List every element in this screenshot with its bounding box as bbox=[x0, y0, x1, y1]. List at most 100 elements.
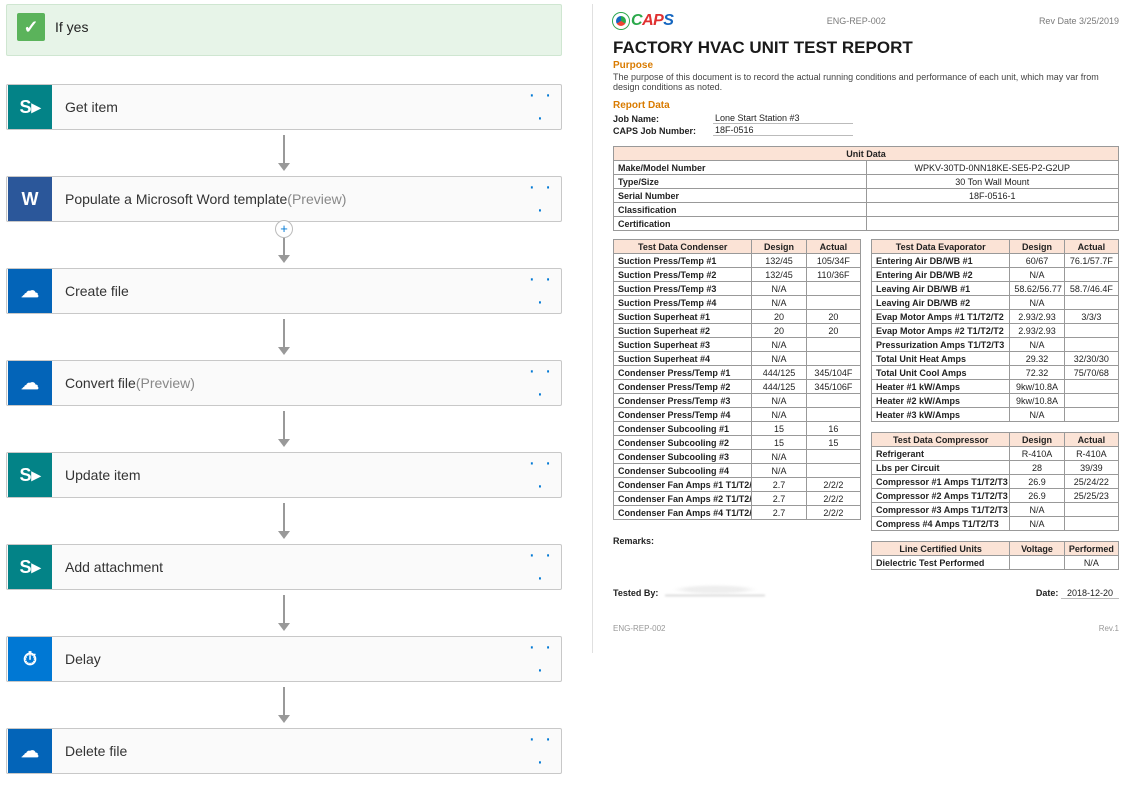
row-value bbox=[1010, 556, 1064, 570]
row-label: Suction Press/Temp #3 bbox=[614, 282, 752, 296]
row-value: 2.7 bbox=[752, 478, 806, 492]
row-label: Heater #1 kW/Amps bbox=[872, 380, 1010, 394]
row-value: 132/45 bbox=[752, 268, 806, 282]
step-app-icon: S▸ bbox=[8, 85, 52, 129]
table-row: Certification bbox=[614, 217, 1119, 231]
add-step-icon[interactable]: + bbox=[275, 220, 293, 238]
flow-arrow[interactable] bbox=[6, 682, 562, 728]
flow-step[interactable]: S▸Add attachment· · · bbox=[6, 544, 562, 590]
flow-arrow[interactable] bbox=[6, 130, 562, 176]
row-value bbox=[806, 408, 860, 422]
row-value: N/A bbox=[752, 296, 806, 310]
row-label: Condenser Fan Amps #1 T1/T2/T3 bbox=[614, 478, 752, 492]
row-value: 345/106F bbox=[806, 380, 860, 394]
table-row: Suction Press/Temp #2132/45110/36F bbox=[614, 268, 861, 282]
table-row: Suction Press/Temp #1132/45105/34F bbox=[614, 254, 861, 268]
row-label: Serial Number bbox=[614, 189, 867, 203]
row-value: 25/25/23 bbox=[1064, 489, 1118, 503]
purpose-text: The purpose of this document is to recor… bbox=[613, 72, 1119, 92]
row-value bbox=[806, 464, 860, 478]
flow-designer: ✓ If yes S▸Get item· · · WPopulate a Micr… bbox=[4, 4, 564, 798]
row-value: N/A bbox=[1010, 296, 1064, 310]
table-row: Total Unit Heat Amps29.3232/30/30 bbox=[872, 352, 1119, 366]
table-row: Compressor #1 Amps T1/T2/T326.925/24/22 bbox=[872, 475, 1119, 489]
flow-arrow[interactable] bbox=[6, 590, 562, 636]
table-row: Serial Number18F-0516-1 bbox=[614, 189, 1119, 203]
flow-step[interactable]: ☁Convert file(Preview)· · · bbox=[6, 360, 562, 406]
col-actual: Actual bbox=[806, 240, 860, 254]
flow-arrow[interactable] bbox=[6, 498, 562, 544]
row-label: Condenser Subcooling #1 bbox=[614, 422, 752, 436]
table-row: Condenser Subcooling #21515 bbox=[614, 436, 861, 450]
table-row: Heater #2 kW/Amps9kw/10.8A bbox=[872, 394, 1119, 408]
flow-step[interactable]: ☁Delete file· · · bbox=[6, 728, 562, 774]
row-value bbox=[1064, 517, 1118, 531]
step-menu-button[interactable]: · · · bbox=[521, 268, 561, 314]
step-menu-button[interactable]: · · · bbox=[521, 176, 561, 222]
row-value: N/A bbox=[752, 394, 806, 408]
row-label: Suction Press/Temp #4 bbox=[614, 296, 752, 310]
row-value bbox=[806, 450, 860, 464]
row-value bbox=[1064, 380, 1118, 394]
row-label: Entering Air DB/WB #2 bbox=[872, 268, 1010, 282]
report-document: CAPS ENG-REP-002 Rev Date 3/25/2019 FACT… bbox=[592, 4, 1139, 653]
row-value bbox=[1064, 503, 1118, 517]
row-label: Entering Air DB/WB #1 bbox=[872, 254, 1010, 268]
flow-arrow[interactable] bbox=[6, 406, 562, 452]
step-menu-button[interactable]: · · · bbox=[521, 84, 561, 130]
table-row: Condenser Press/Temp #3N/A bbox=[614, 394, 861, 408]
doc-header-rev: Rev Date 3/25/2019 bbox=[1039, 16, 1119, 26]
flow-step[interactable]: ⏱Delay· · · bbox=[6, 636, 562, 682]
row-value: N/A bbox=[752, 352, 806, 366]
flow-arrow[interactable] bbox=[6, 314, 562, 360]
row-value: 9kw/10.8A bbox=[1010, 394, 1064, 408]
step-label: Populate a Microsoft Word template(Previ… bbox=[53, 191, 521, 207]
condenser-table: Test Data Condenser Design Actual Suctio… bbox=[613, 239, 861, 520]
step-app-icon: ☁ bbox=[8, 729, 52, 773]
row-value: N/A bbox=[1010, 408, 1064, 422]
step-menu-button[interactable]: · · · bbox=[521, 636, 561, 682]
row-label: Condenser Subcooling #3 bbox=[614, 450, 752, 464]
table-row: Suction Press/Temp #3N/A bbox=[614, 282, 861, 296]
row-label: Condenser Fan Amps #2 T1/T2/T3 bbox=[614, 492, 752, 506]
step-menu-button[interactable]: · · · bbox=[521, 452, 561, 498]
step-menu-button[interactable]: · · · bbox=[521, 728, 561, 774]
row-label: Suction Superheat #4 bbox=[614, 352, 752, 366]
table-row: Evap Motor Amps #2 T1/T2/T22.93/2.93 bbox=[872, 324, 1119, 338]
row-value: 15 bbox=[752, 436, 806, 450]
if-condition-card[interactable]: ✓ If yes bbox=[6, 4, 562, 56]
step-menu-button[interactable]: · · · bbox=[521, 360, 561, 406]
row-value: 39/39 bbox=[1064, 461, 1118, 475]
flow-step[interactable]: ☁Create file· · · bbox=[6, 268, 562, 314]
check-icon: ✓ bbox=[17, 13, 45, 41]
line-certified-table: Line Certified Units Voltage Performed D… bbox=[871, 541, 1119, 570]
table-row: Leaving Air DB/WB #158.62/56.7758.7/46.4… bbox=[872, 282, 1119, 296]
flow-step[interactable]: WPopulate a Microsoft Word template(Prev… bbox=[6, 176, 562, 222]
evaporator-header: Test Data Evaporator bbox=[872, 240, 1010, 254]
table-row: Condenser Fan Amps #1 T1/T2/T32.72/2/2 bbox=[614, 478, 861, 492]
row-value bbox=[866, 203, 1119, 217]
date-label: Date: bbox=[1036, 588, 1059, 598]
row-value: 20 bbox=[806, 324, 860, 338]
table-row: Condenser Subcooling #4N/A bbox=[614, 464, 861, 478]
row-value bbox=[1064, 338, 1118, 352]
row-value: 58.62/56.77 bbox=[1010, 282, 1064, 296]
row-value bbox=[1064, 324, 1118, 338]
row-value bbox=[1064, 408, 1118, 422]
step-label: Create file bbox=[53, 283, 521, 299]
row-value: 60/67 bbox=[1010, 254, 1064, 268]
doc-header-id: ENG-REP-002 bbox=[827, 16, 886, 26]
line-certified-header: Line Certified Units bbox=[872, 542, 1010, 556]
table-row: Pressurization Amps T1/T2/T3N/A bbox=[872, 338, 1119, 352]
flow-step[interactable]: S▸Update item· · · bbox=[6, 452, 562, 498]
row-label: Type/Size bbox=[614, 175, 867, 189]
caps-logo: CAPS bbox=[613, 12, 673, 30]
row-value: N/A bbox=[1010, 517, 1064, 531]
row-label: Suction Superheat #2 bbox=[614, 324, 752, 338]
row-label: Compress #4 Amps T1/T2/T3 bbox=[872, 517, 1010, 531]
flow-step[interactable]: S▸Get item· · · bbox=[6, 84, 562, 130]
flow-arrow[interactable]: + bbox=[6, 222, 562, 268]
row-label: Total Unit Cool Amps bbox=[872, 366, 1010, 380]
step-menu-button[interactable]: · · · bbox=[521, 544, 561, 590]
table-row: Condenser Fan Amps #4 T1/T2/T52.72/2/2 bbox=[614, 506, 861, 520]
